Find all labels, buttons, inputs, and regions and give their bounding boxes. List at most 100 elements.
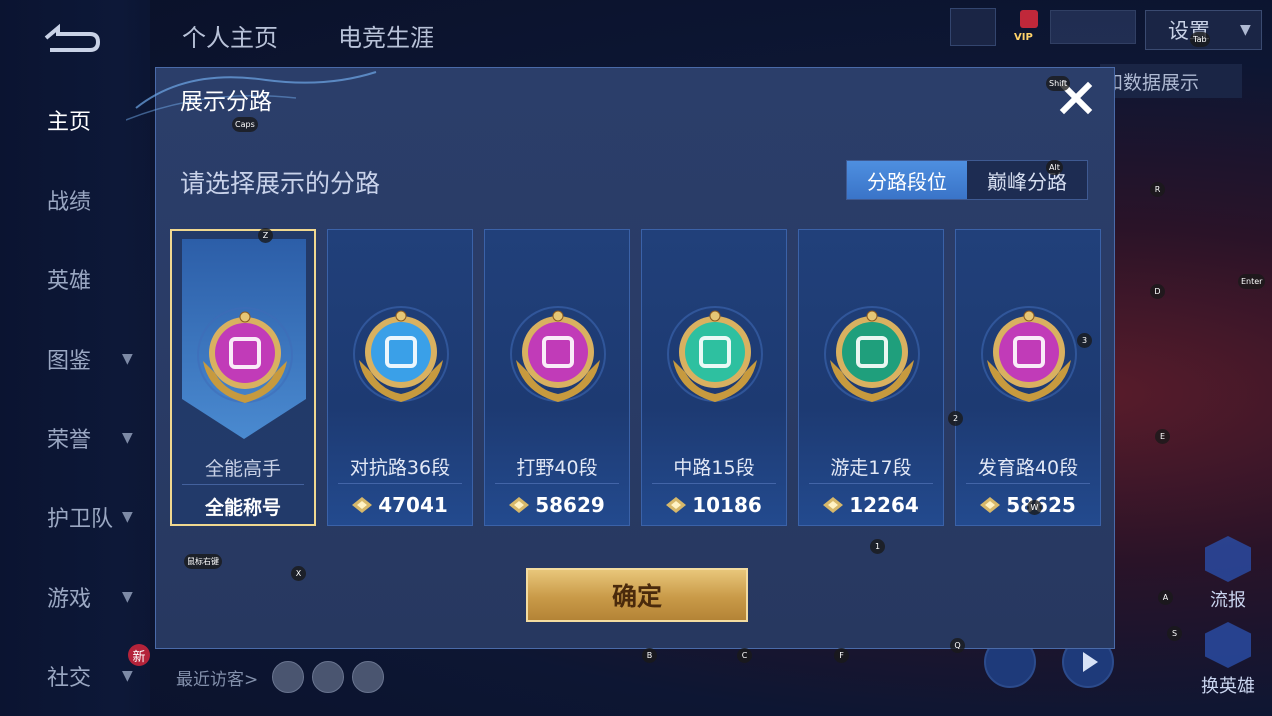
lane-name: 中路15段	[673, 457, 755, 479]
rank-emblem-icon	[510, 306, 606, 402]
recent-visitors[interactable]: 最近访客>	[176, 660, 385, 694]
vip-badge[interactable]: VIP	[1012, 8, 1046, 46]
lane-score: 全能称号	[172, 493, 314, 519]
divider	[182, 484, 304, 485]
lane-name: 打野40段	[516, 457, 598, 479]
chevron-down-icon: ▼	[122, 430, 133, 446]
skin-icon	[1205, 536, 1251, 582]
chevron-down-icon: ▼	[122, 509, 133, 525]
chat-icon[interactable]	[950, 8, 996, 46]
divider	[652, 483, 776, 484]
tab-peak-lane[interactable]: 巅峰分路	[967, 161, 1087, 199]
lane-card[interactable]: 全能高手 全能称号	[170, 229, 316, 526]
rank-emblem-icon	[981, 306, 1077, 402]
back-icon[interactable]	[40, 22, 102, 54]
key-hint: Z	[258, 228, 273, 243]
key-hint: R	[1150, 182, 1165, 197]
divider	[495, 483, 619, 484]
avatar[interactable]	[272, 661, 305, 693]
sidebar-item-label: 社交	[47, 666, 92, 691]
chevron-down-icon: ▼	[1240, 22, 1251, 38]
lane-score: 12264	[799, 492, 943, 518]
key-hint: X	[291, 566, 306, 581]
sidebar-item[interactable]: 英雄	[0, 259, 150, 299]
divider	[809, 483, 933, 484]
divider	[966, 483, 1090, 484]
sidebar-item[interactable]: 护卫队 ▼	[0, 497, 150, 537]
new-badge: 新	[128, 644, 150, 666]
key-hint: Caps	[232, 117, 258, 132]
key-hint: 1	[870, 539, 885, 554]
lane-score-value: 47041	[378, 493, 448, 517]
key-hint: B	[642, 648, 657, 663]
sidebar-item[interactable]: 战绩	[0, 180, 150, 220]
recent-visitors-label: 最近访客>	[176, 669, 259, 690]
power-icon	[352, 497, 373, 513]
confirm-button[interactable]: 确定	[526, 568, 748, 622]
lane-card[interactable]: 游走17段 12264	[798, 229, 944, 526]
power-icon	[666, 497, 687, 513]
lane-name: 对抗路36段	[349, 457, 451, 479]
sidebar-item-label: 图鉴	[47, 349, 92, 374]
lane-score-value: 10186	[692, 493, 762, 517]
key-hint: D	[1150, 284, 1165, 299]
sidebar-item[interactable]: 游戏 ▼	[0, 577, 150, 617]
dialog-subtitle: 请选择展示的分路	[180, 169, 381, 198]
rank-emblem-icon	[824, 306, 920, 402]
lane-card[interactable]: 打野40段 58629	[484, 229, 630, 526]
data-display-label: 和数据展示	[1100, 64, 1242, 98]
lane-score-value: 58629	[535, 493, 605, 517]
power-icon	[980, 497, 1001, 513]
key-hint: Shift	[1046, 76, 1071, 91]
lane-card[interactable]: 中路15段 10186	[641, 229, 787, 526]
power-icon	[509, 497, 530, 513]
key-hint: E	[1155, 429, 1170, 444]
dialog-title: 展示分路	[180, 89, 272, 115]
lane-card[interactable]: 对抗路36段 47041	[327, 229, 473, 526]
key-hint: 2	[948, 411, 963, 426]
lane-score: 58629	[485, 492, 629, 518]
lane-name: 发育路40段	[977, 457, 1079, 479]
lane-name: 全能高手	[204, 458, 281, 480]
lane-score: 10186	[642, 492, 786, 518]
sidebar-item[interactable]: 荣誉 ▼	[0, 418, 150, 458]
skin-button[interactable]: 流报	[1196, 536, 1260, 612]
sidebar-item-label: 游戏	[47, 587, 92, 612]
sidebar-item[interactable]: 社交 ▼	[0, 656, 150, 696]
lane-card[interactable]: 发育路40段58625	[955, 229, 1101, 526]
skin-label: 流报	[1210, 590, 1246, 611]
sidebar-item-label: 英雄	[47, 269, 92, 294]
lane-score-value: 全能称号	[204, 496, 281, 519]
rank-emblem-icon	[667, 306, 763, 402]
lane-name: 游走17段	[830, 457, 912, 479]
lane-display-dialog: 展示分路 请选择展示的分路 分路段位 巅峰分路 全能高手 全能称号 对抗路36段 47…	[126, 67, 1115, 649]
switch-hero-icon	[1205, 622, 1251, 668]
power-icon	[823, 497, 844, 513]
divider	[338, 483, 462, 484]
key-hint: 3	[1077, 333, 1092, 348]
chevron-down-icon: ▼	[122, 668, 133, 684]
key-hint: C	[737, 648, 752, 663]
sidebar-item[interactable]: 图鉴 ▼	[0, 339, 150, 379]
tab-esports-career[interactable]: 电竞生涯	[338, 18, 434, 53]
key-hint: F	[834, 648, 849, 663]
key-hint: W	[1027, 500, 1042, 515]
chevron-down-icon: ▼	[122, 589, 133, 605]
key-hint: Tab	[1190, 32, 1210, 47]
tab-lane-rank[interactable]: 分路段位	[847, 161, 967, 199]
chevron-down-icon: ▼	[122, 351, 133, 367]
lane-score-value: 12264	[849, 493, 919, 517]
rank-emblem-icon	[197, 307, 293, 403]
sidebar-item-label: 主页	[47, 110, 92, 135]
key-hint: A	[1158, 590, 1173, 605]
avatar[interactable]	[312, 661, 345, 693]
switch-hero-label: 换英雄	[1201, 676, 1255, 697]
key-hint: Q	[950, 638, 965, 653]
avatar[interactable]	[352, 661, 385, 693]
vip-label: VIP	[1014, 32, 1033, 43]
sidebar-item-label: 护卫队	[47, 507, 114, 532]
lane-score: 47041	[328, 492, 472, 518]
sidebar-item-label: 荣誉	[47, 428, 92, 453]
tab-personal-home[interactable]: 个人主页	[182, 18, 278, 53]
switch-hero-button[interactable]: 换英雄	[1196, 622, 1260, 698]
